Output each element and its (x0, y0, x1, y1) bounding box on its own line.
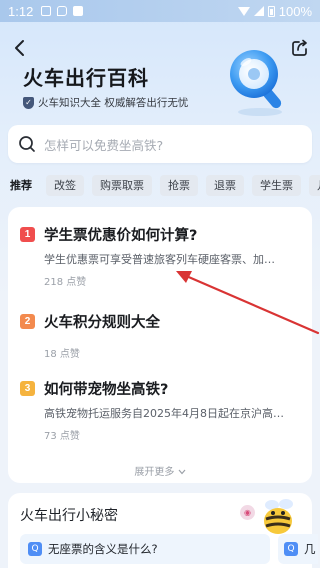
tip-text: 无座票的含义是什么? (48, 542, 158, 556)
tip-text: 几 (304, 542, 316, 556)
question-card: 1 学生票优惠价如何计算? 学生优惠票可享受普速旅客列车硬座客票、加… 218 … (8, 207, 312, 483)
bee-mascot-icon (264, 499, 293, 534)
search-icon (19, 136, 35, 152)
tab-student-ticket[interactable]: 学生票 (252, 174, 301, 196)
search-bar[interactable]: 怎样可以免费坐高铁? (8, 125, 312, 163)
rank-badge: 3 (20, 381, 35, 396)
status-bar: 1:12 100% (0, 0, 320, 22)
question-title: 如何带宠物坐高铁? (44, 382, 169, 398)
secrets-section: 火车出行小秘密 ◉ Q 无座票的含义是什么? Q 几 (8, 493, 318, 568)
tab-child[interactable]: 儿 (309, 174, 320, 196)
question-item-1[interactable]: 1 学生票优惠价如何计算? 学生优惠票可享受普速旅客列车硬座客票、加… 218 … (20, 224, 302, 288)
expand-more-label: 展开更多 (134, 467, 175, 478)
back-arrow-icon[interactable] (10, 38, 30, 58)
page-subtitle: 火车知识大全 权威解答出行无忧 (38, 97, 189, 109)
page-subtitle-row: ✓ 火车知识大全 权威解答出行无忧 (23, 95, 188, 110)
question-head: 1 学生票优惠价如何计算? (20, 224, 302, 245)
secrets-title: 火车出行小秘密 (20, 508, 118, 524)
chevron-down-icon (178, 467, 186, 478)
battery-icon (267, 5, 275, 17)
tab-buy-collect[interactable]: 购票取票 (92, 174, 152, 196)
question-item-2[interactable]: 2 火车积分规则大全 18 点赞 (20, 311, 302, 360)
status-right-group: 100% (237, 3, 312, 19)
notification-box-icon (73, 6, 84, 16)
like-count: 18 点赞 (44, 349, 80, 360)
signal-icon (253, 6, 264, 16)
magnifier-mascot-icon (230, 50, 282, 116)
search-input[interactable]: 怎样可以免费坐高铁? (44, 135, 163, 154)
shield-check-icon: ✓ (23, 96, 34, 109)
battery-level: 100% (278, 3, 312, 19)
question-title: 学生票优惠价如何计算? (44, 228, 198, 244)
wifi-icon (237, 6, 250, 16)
tab-refund[interactable]: 退票 (206, 174, 244, 196)
page-title: 火车出行百科 (23, 66, 149, 90)
question-head: 2 火车积分规则大全 (20, 311, 302, 332)
message-icon (57, 6, 68, 16)
expand-more-button[interactable]: 展开更多 (8, 463, 312, 478)
rank-badge: 1 (20, 227, 35, 242)
tip-card[interactable]: Q 无座票的含义是什么? (20, 534, 270, 564)
rank-badge: 2 (20, 314, 35, 329)
question-desc: 高铁宠物托运服务自2025年4月8日起在京沪高… (44, 407, 284, 420)
question-title: 火车积分规则大全 (44, 315, 160, 331)
status-time: 1:12 (8, 3, 34, 19)
question-head: 3 如何带宠物坐高铁? (20, 378, 302, 399)
image-icon (41, 6, 52, 16)
tip-card[interactable]: Q 几 (278, 534, 318, 564)
question-desc: 学生优惠票可享受普速旅客列车硬座客票、加… (44, 253, 275, 266)
question-tip-icon: Q (28, 542, 42, 556)
tab-recommend[interactable]: 推荐 (8, 175, 38, 196)
question-tip-icon: Q (284, 542, 298, 556)
like-count: 218 点赞 (44, 277, 87, 288)
like-count: 73 点赞 (44, 431, 80, 442)
question-item-3[interactable]: 3 如何带宠物坐高铁? 高铁宠物托运服务自2025年4月8日起在京沪高… 73 … (20, 378, 302, 442)
tab-change-ticket[interactable]: 改签 (46, 174, 84, 196)
pink-badge-icon: ◉ (240, 505, 255, 520)
category-tabs: 推荐 改签 购票取票 抢票 退票 学生票 儿 (0, 174, 320, 196)
tab-grab-ticket[interactable]: 抢票 (160, 174, 198, 196)
